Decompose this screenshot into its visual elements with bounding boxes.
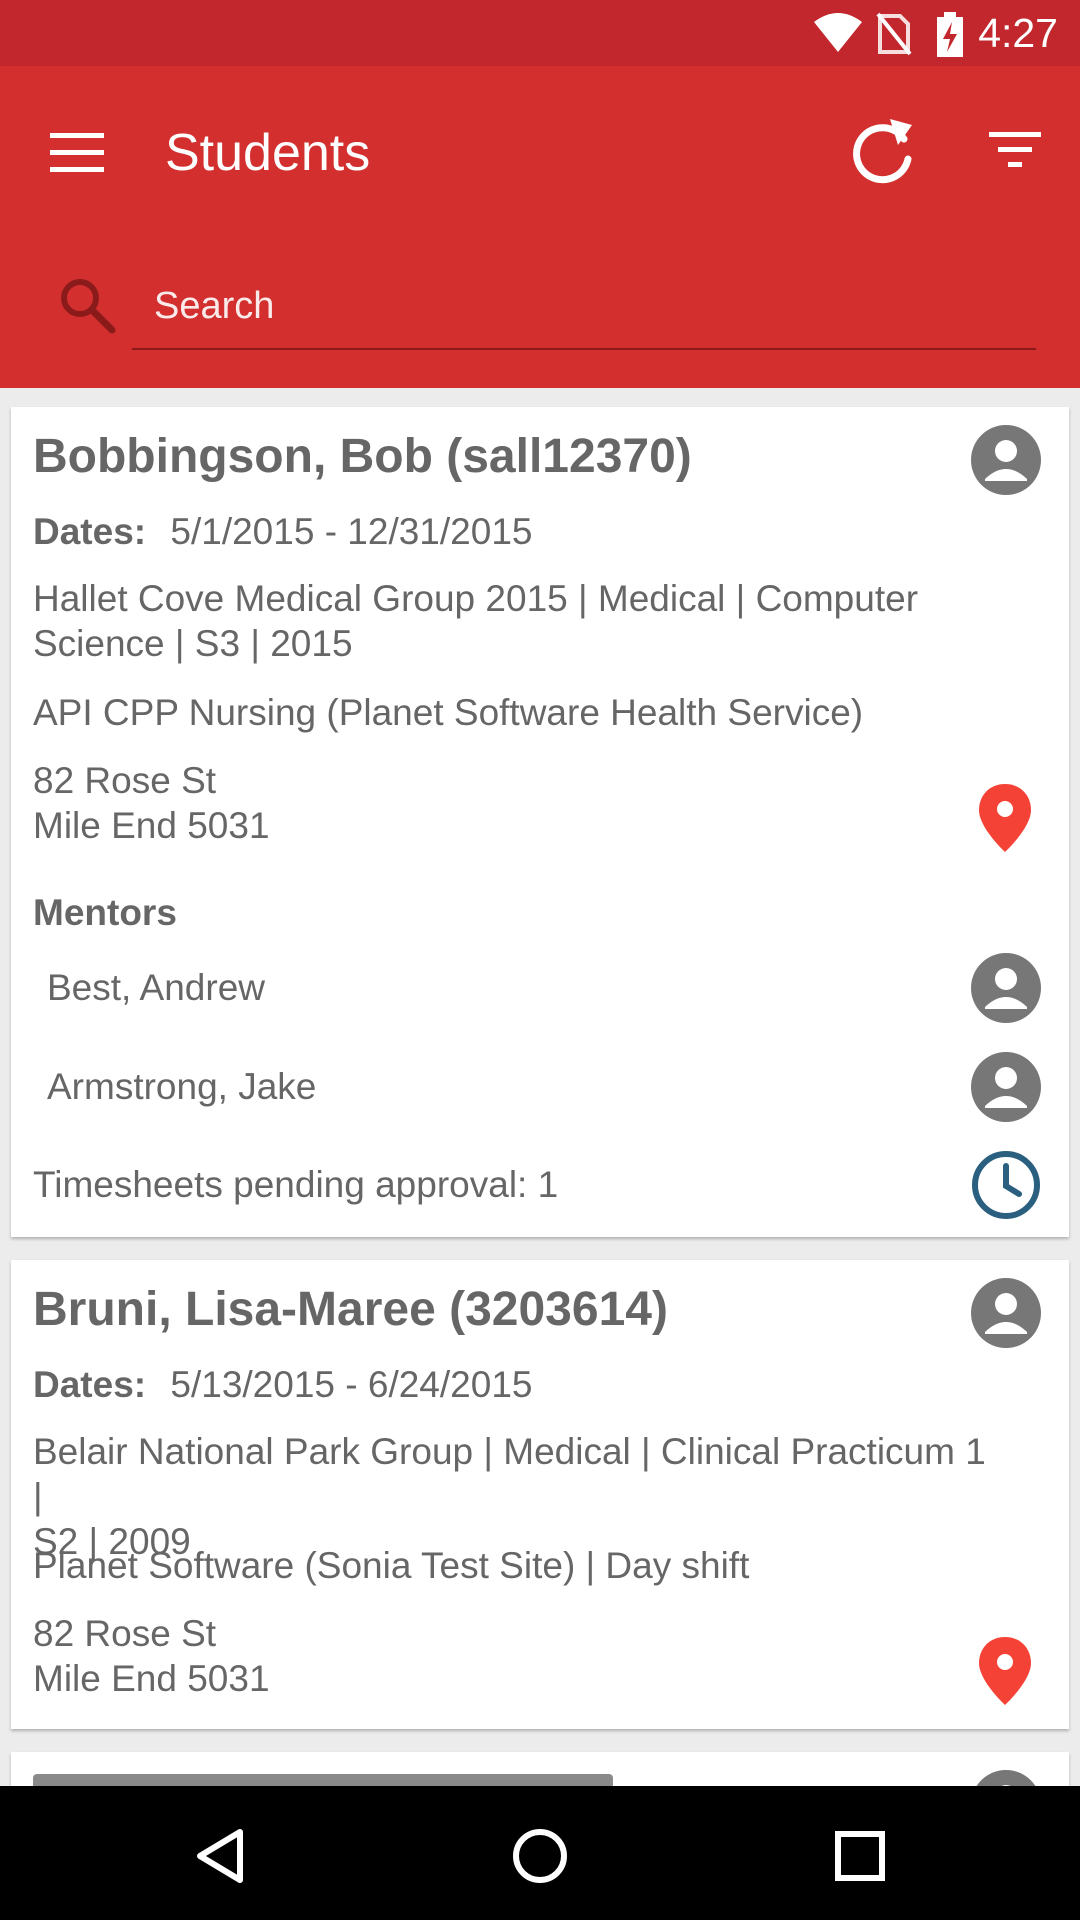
address-suburb: Mile End 5031: [33, 805, 270, 846]
dates-row: Dates: 5/1/2015 - 12/31/2015: [33, 509, 532, 555]
program-info: Hallet Cove Medical Group 2015 | Medical…: [33, 576, 993, 666]
refresh-button[interactable]: [840, 106, 924, 196]
battery-charging-icon: [937, 12, 963, 57]
clock-icon[interactable]: [971, 1150, 1041, 1220]
person-icon[interactable]: [971, 1278, 1041, 1348]
person-icon[interactable]: [971, 425, 1041, 495]
address-street: 82 Rose St: [33, 1613, 217, 1654]
person-icon[interactable]: [971, 1052, 1041, 1122]
search-input[interactable]: [132, 264, 1036, 350]
program-line: Hallet Cove Medical Group 2015 | Medical…: [33, 578, 919, 619]
back-button[interactable]: [180, 1816, 260, 1896]
dates-label: Dates:: [33, 511, 147, 552]
wifi-icon: [814, 13, 862, 52]
page-title: Students: [165, 124, 371, 182]
home-button[interactable]: [500, 1816, 580, 1896]
mentor-name: Armstrong, Jake: [47, 1066, 317, 1107]
student-name-partial: [33, 1774, 613, 1786]
student-name: Bobbingson, Bob (sall12370): [33, 430, 692, 483]
navigation-bar: [0, 1786, 1080, 1920]
filter-button[interactable]: [980, 110, 1050, 190]
person-icon[interactable]: [971, 1770, 1041, 1786]
home-icon: [513, 1829, 567, 1883]
status-bar: 4:27: [0, 0, 1080, 66]
address: 82 Rose St Mile End 5031: [33, 758, 993, 848]
no-sim-icon: [876, 12, 912, 56]
dates-label: Dates:: [33, 1364, 147, 1405]
mentors-heading: Mentors: [33, 892, 177, 933]
refresh-icon: [853, 119, 912, 184]
back-icon: [197, 1829, 243, 1883]
menu-button[interactable]: [40, 116, 114, 190]
person-icon[interactable]: [971, 953, 1041, 1023]
address: 82 Rose St Mile End 5031: [33, 1611, 993, 1701]
app-bar: Students: [0, 66, 1080, 388]
status-time: 4:27: [978, 10, 1058, 56]
recents-icon: [835, 1831, 885, 1881]
location-pin-icon[interactable]: [977, 1635, 1033, 1707]
menu-icon: [50, 133, 104, 172]
filter-icon: [989, 132, 1041, 167]
location-pin-icon[interactable]: [977, 782, 1033, 854]
student-list: Bobbingson, Bob (sall12370) Dates: 5/1/2…: [0, 388, 1080, 1786]
search-icon: [61, 279, 116, 334]
site-info: Planet Software (Sonia Test Site) | Day …: [33, 1545, 750, 1586]
site-info: API CPP Nursing (Planet Software Health …: [33, 692, 864, 733]
student-name: Bruni, Lisa-Maree (3203614): [33, 1283, 668, 1336]
student-card[interactable]: Bruni, Lisa-Maree (3203614) Dates: 5/13/…: [11, 1260, 1069, 1729]
student-card[interactable]: [11, 1752, 1069, 1786]
dates-value: 5/13/2015 - 6/24/2015: [170, 1364, 533, 1405]
dates-row: Dates: 5/13/2015 - 6/24/2015: [33, 1362, 532, 1408]
timesheets-pending: Timesheets pending approval: 1: [33, 1164, 559, 1205]
program-line: Belair National Park Group | Medical | C…: [33, 1431, 986, 1517]
mentor-name: Best, Andrew: [47, 967, 266, 1008]
recents-button[interactable]: [820, 1816, 900, 1896]
program-line: Science | S3 | 2015: [33, 623, 353, 664]
address-suburb: Mile End 5031: [33, 1658, 270, 1699]
address-street: 82 Rose St: [33, 760, 217, 801]
student-card[interactable]: Bobbingson, Bob (sall12370) Dates: 5/1/2…: [11, 407, 1069, 1237]
dates-value: 5/1/2015 - 12/31/2015: [170, 511, 533, 552]
